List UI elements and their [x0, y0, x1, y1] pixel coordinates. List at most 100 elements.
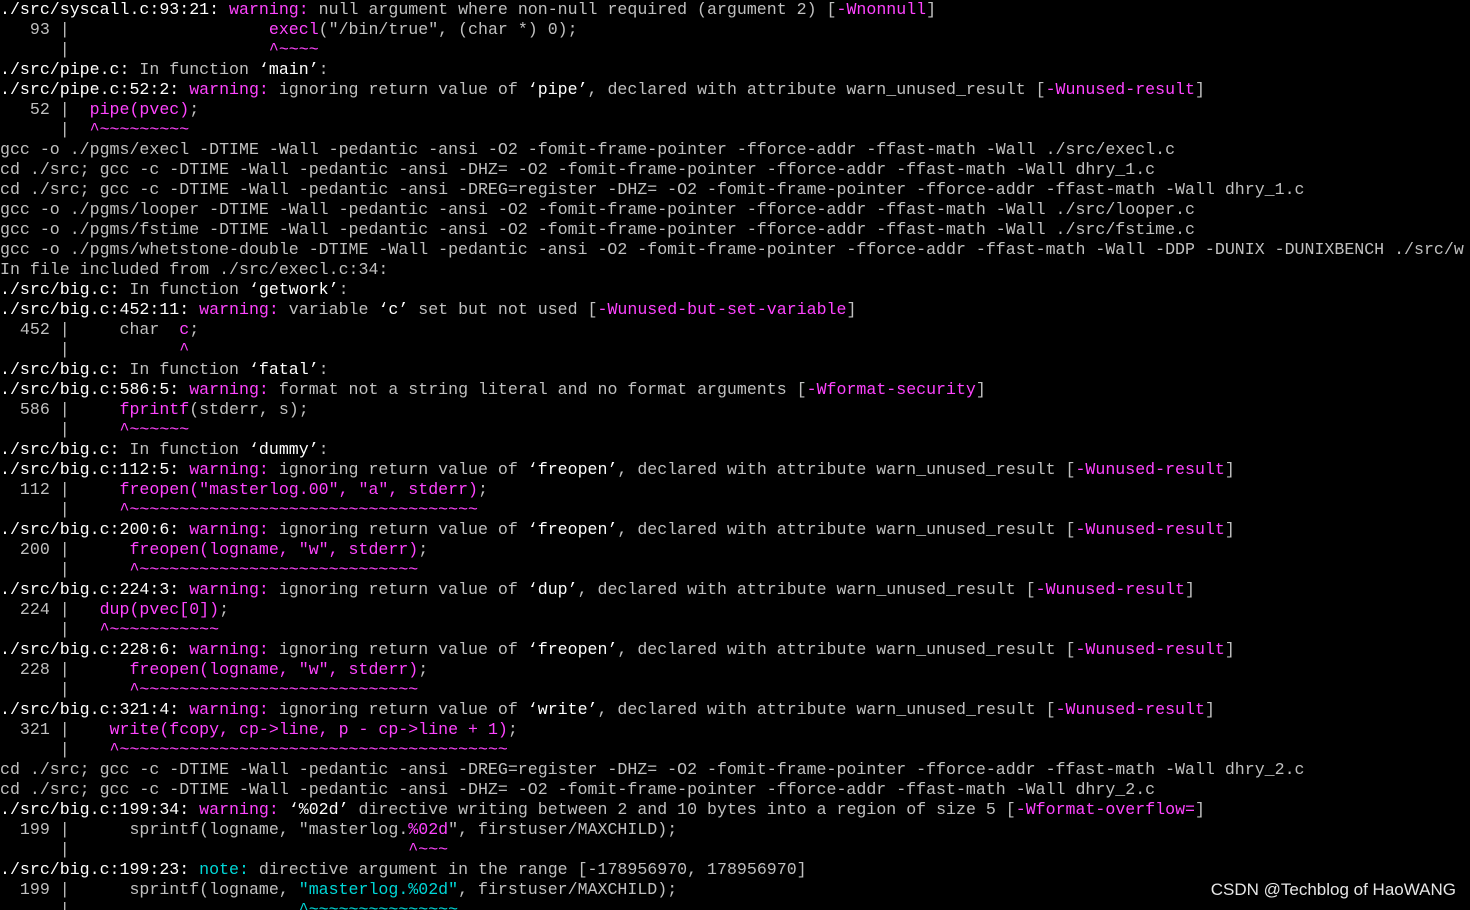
terminal-text-segment: ] — [975, 380, 986, 399]
terminal-text-segment: warning: — [189, 460, 269, 479]
terminal-text-segment: warning: — [189, 380, 269, 399]
terminal-text-segment: freopen("masterlog.00", "a", stderr) — [119, 480, 478, 499]
terminal-text-segment: In function — [119, 360, 249, 379]
terminal-text-segment: ; — [477, 480, 488, 499]
terminal-text-segment: In function — [129, 60, 259, 79]
terminal-text-segment: | — [0, 680, 130, 699]
terminal-line: ./src/big.c:452:11: warning: variable ‘c… — [0, 300, 1470, 320]
terminal-text-segment: (stderr, s); — [189, 400, 309, 419]
terminal-text-segment: ./src/big.c:199:34: — [0, 800, 200, 819]
terminal-text-segment: gcc -o ./pgms/fstime -DTIME -Wall -pedan… — [0, 220, 1195, 239]
terminal-line: | ^~~~~~~~~~~~~~~~~~~~~~~~~~~~~ — [0, 560, 1470, 580]
terminal-line: ./src/pipe.c: In function ‘main’: — [0, 60, 1470, 80]
terminal-text-segment: ("/bin/true", (char *) 0); — [318, 20, 578, 39]
terminal-output: ./src/syscall.c:93:21: warning: null arg… — [0, 0, 1470, 910]
terminal-text-segment: ignoring return value of — [268, 460, 528, 479]
terminal-text-segment: ] — [1195, 800, 1205, 819]
terminal-text-segment: ignoring return value of — [268, 80, 528, 99]
terminal-text-segment: ‘freopen’ — [527, 520, 618, 539]
terminal-text-segment: ‘c’ — [378, 300, 409, 319]
csdn-watermark: CSDN @Techblog of HaoWANG — [1210, 880, 1456, 899]
terminal-line: 586 | fprintf(stderr, s); — [0, 400, 1470, 420]
terminal-line: ./src/pipe.c:52:2: warning: ignoring ret… — [0, 80, 1470, 100]
terminal-text-segment: write(fcopy, cp->line, p - cp->line + 1) — [109, 720, 508, 739]
terminal-text-segment: ] — [1185, 580, 1195, 599]
terminal-text-segment: "masterlog.%02d" — [298, 880, 459, 899]
terminal-text-segment: ^~~~~~~~~~~~~~~~~~~~~~~~~~~~~ — [129, 560, 419, 579]
terminal-line: ./src/big.c: In function ‘getwork’: — [0, 280, 1470, 300]
terminal-text-segment: 52 | — [0, 100, 90, 119]
terminal-text-segment: -Wunused-result — [1055, 700, 1205, 719]
terminal-text-segment: gcc -o ./pgms/whetstone-double -DTIME -W… — [0, 240, 1464, 259]
terminal-line: | ^~~~~~~~~~~~ — [0, 620, 1470, 640]
terminal-line: | ^~~~~~~ — [0, 420, 1470, 440]
terminal-text-segment: gcc -o ./pgms/execl -DTIME -Wall -pedant… — [0, 140, 1176, 159]
terminal-text-segment: directive argument in the range [-178956… — [248, 860, 807, 879]
terminal-text-segment: 586 | — [0, 400, 120, 419]
terminal-text-segment: , declared with attribute warn_unused_re… — [577, 580, 1036, 599]
terminal-text-segment: ^~~~~~~~~~~~~~~~~~~~~~~~~~~~~ — [129, 680, 419, 699]
terminal-text-segment: warning: — [189, 640, 269, 659]
terminal-text-segment: null argument where non-null required (a… — [308, 0, 837, 19]
terminal-text-segment: 93 | — [0, 20, 269, 39]
terminal-text-segment: 224 | — [0, 600, 100, 619]
terminal-text-segment: -Wunused-result — [1045, 80, 1195, 99]
terminal-text-segment: ‘dummy’ — [248, 440, 319, 459]
terminal-text-segment: ^~~~~~~~~~ — [89, 120, 190, 139]
terminal-text-segment: execl — [268, 20, 319, 39]
terminal-text-segment: ^~~~~~~~~~~~~~~~ — [298, 900, 459, 910]
terminal-text-segment: ^~~~~~~~~~~~ — [99, 620, 220, 639]
terminal-text-segment: cd ./src; gcc -c -DTIME -Wall -pedantic … — [0, 160, 1156, 179]
terminal-text-segment: , declared with attribute warn_unused_re… — [617, 640, 1076, 659]
terminal-text-segment: ^~~~ — [408, 840, 449, 859]
terminal-line: gcc -o ./pgms/looper -DTIME -Wall -pedan… — [0, 200, 1470, 220]
terminal-text-segment: warning: — [199, 800, 279, 819]
terminal-text-segment: ; — [189, 320, 200, 339]
terminal-text-segment: ./src/big.c: — [0, 440, 120, 459]
terminal-line: | ^~~~ — [0, 840, 1470, 860]
terminal-text-segment: -Wunused-result — [1075, 460, 1225, 479]
terminal-text-segment: | — [0, 120, 90, 139]
terminal-line: | ^~~~~~~~~~~~~~~~~~~~~~~~~~~~~ — [0, 680, 1470, 700]
terminal-text-segment: ] — [1194, 80, 1205, 99]
terminal-text-segment: 200 | — [0, 540, 130, 559]
terminal-text-segment: ./src/pipe.c: — [0, 60, 130, 79]
terminal-text-segment: freopen(logname, "w", stderr) — [129, 540, 419, 559]
terminal-text-segment: In function — [119, 280, 249, 299]
terminal-text-segment: ./src/big.c:112:5: — [0, 460, 190, 479]
terminal-text-segment: ] — [1224, 640, 1235, 659]
terminal-text-segment: | — [0, 620, 100, 639]
terminal-line: 321 | write(fcopy, cp->line, p - cp->lin… — [0, 720, 1470, 740]
terminal-text-segment: ; — [418, 660, 429, 679]
terminal-text-segment: -Wnonnull — [836, 0, 927, 19]
terminal-text-segment: 199 | sprintf(logname, — [0, 880, 299, 899]
terminal-text-segment: : — [318, 440, 329, 459]
terminal-window[interactable]: ./src/syscall.c:93:21: warning: null arg… — [0, 0, 1470, 910]
terminal-text-segment: | — [0, 420, 120, 439]
terminal-text-segment: ‘%02d’ — [288, 800, 349, 819]
terminal-text-segment: ./src/big.c:452:11: — [0, 300, 200, 319]
terminal-text-segment: variable — [278, 300, 379, 319]
terminal-text-segment: warning: — [229, 0, 309, 19]
terminal-text-segment: ./src/big.c:224:3: — [0, 580, 190, 599]
terminal-line: ./src/big.c:199:23: note: directive argu… — [0, 860, 1470, 880]
terminal-text-segment: | — [0, 740, 110, 759]
terminal-line: ./src/big.c:224:3: warning: ignoring ret… — [0, 580, 1470, 600]
terminal-line: ./src/big.c:199:34: warning: ‘%02d’ dire… — [0, 800, 1470, 820]
terminal-line: | ^~~~~~~~~~ — [0, 120, 1470, 140]
terminal-text-segment: dup(pvec[0]) — [99, 600, 220, 619]
terminal-line: 224 | dup(pvec[0]); — [0, 600, 1470, 620]
terminal-text-segment: | — [0, 40, 269, 59]
terminal-text-segment: ./src/pipe.c:52:2: — [0, 80, 190, 99]
terminal-line: gcc -o ./pgms/fstime -DTIME -Wall -pedan… — [0, 220, 1470, 240]
terminal-text-segment: ^~~~~~~~~~~~~~~~~~~~~~~~~~~~~~~~~~~~ — [119, 500, 478, 519]
terminal-text-segment: cd ./src; gcc -c -DTIME -Wall -pedantic … — [0, 180, 1305, 199]
terminal-text-segment: warning: — [189, 80, 269, 99]
terminal-text-segment: ./src/big.c:200:6: — [0, 520, 190, 539]
terminal-line: ./src/big.c:586:5: warning: format not a… — [0, 380, 1470, 400]
terminal-text-segment: ./src/big.c:199:23: — [0, 860, 200, 879]
terminal-text-segment: ; — [189, 100, 200, 119]
terminal-text-segment: : — [318, 360, 329, 379]
terminal-text-segment: ; — [418, 540, 429, 559]
terminal-text-segment: -Wformat-overflow= — [1015, 800, 1195, 819]
